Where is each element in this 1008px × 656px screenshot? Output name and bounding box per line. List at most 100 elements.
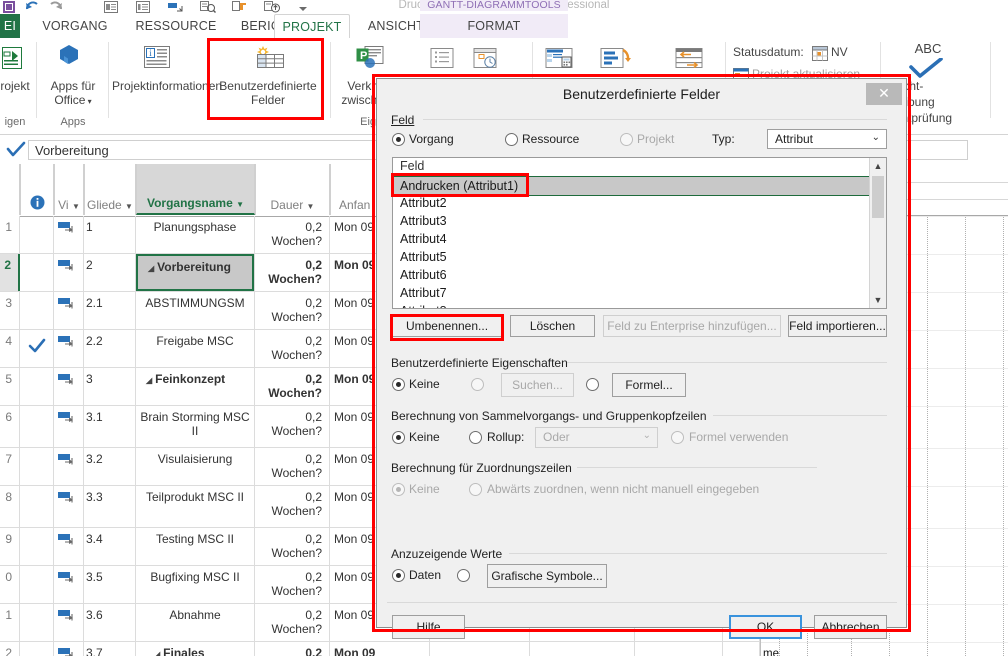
duration-cell[interactable]: 0,2 Wochen? [255, 528, 330, 565]
task-mode-cell[interactable] [54, 292, 84, 329]
percent-complete-cell[interactable] [530, 642, 635, 656]
task-mode-cell[interactable] [54, 566, 84, 603]
task-mode-cell[interactable] [54, 486, 84, 527]
outline-number-cell[interactable]: 3 [84, 368, 136, 405]
task-mode-cell[interactable] [54, 528, 84, 565]
task-name-cell[interactable]: Bugfixing MSC II [136, 566, 255, 603]
row-number-cell[interactable]: 2 [0, 642, 20, 656]
ribbon-tab-strip[interactable]: EI VORGANG RESSOURCE BERICHT PROJEKT ANS… [0, 14, 1008, 40]
column-header-task-name[interactable]: Vorgangsname ▼ [136, 164, 255, 215]
start-cell[interactable]: Mon 09 [330, 642, 430, 656]
indicator-cell[interactable] [20, 604, 54, 641]
move-project-icon[interactable] [675, 48, 703, 71]
outline-number-cell[interactable]: 3.4 [84, 528, 136, 565]
outline-number-cell[interactable]: 3.6 [84, 604, 136, 641]
duration-cell[interactable]: 0,2 Wochen? [255, 604, 330, 641]
column-header-outline-number[interactable]: Gliede ▼ [84, 164, 136, 215]
duration-cell[interactable]: 0,2 Wochen? [255, 216, 330, 253]
task-mode-cell[interactable] [54, 642, 84, 656]
task-mode-cell[interactable] [54, 216, 84, 253]
row-number-cell[interactable]: 7 [0, 448, 20, 485]
duration-cell[interactable]: 0,2 Wochen? [255, 566, 330, 603]
column-header-task-mode[interactable]: Vi ▼ [54, 164, 84, 215]
finish-cell[interactable] [430, 642, 530, 656]
duration-cell[interactable]: 0,2 Wochen? [255, 642, 330, 656]
collapse-triangle-icon[interactable]: ◢ [146, 376, 152, 385]
row-number-cell[interactable]: 3 [0, 292, 20, 329]
task-mode-cell[interactable] [54, 330, 84, 367]
outline-number-cell[interactable]: 3.3 [84, 486, 136, 527]
indicator-cell[interactable] [20, 448, 54, 485]
tab-file[interactable]: EI [0, 14, 20, 38]
outline-number-cell[interactable]: 2 [84, 254, 136, 291]
task-mode-cell[interactable] [54, 368, 84, 405]
task-name-cell[interactable]: Visulaisierung [136, 448, 255, 485]
chevron-down-icon[interactable]: ▼ [307, 202, 315, 211]
row-number-cell[interactable]: 0 [0, 566, 20, 603]
task-mode-cell[interactable] [54, 254, 84, 291]
duration-cell[interactable]: 0,2 Wochen? [255, 330, 330, 367]
indicator-cell[interactable] [20, 368, 54, 405]
indicator-cell[interactable] [20, 330, 54, 367]
task-name-cell[interactable]: ◢Finales Konzept [136, 642, 255, 656]
accept-entry-icon[interactable] [6, 141, 26, 164]
outline-number-cell[interactable]: 3.1 [84, 406, 136, 447]
add-new-column-cell[interactable] [723, 642, 760, 656]
duration-cell[interactable]: 0,2 Wochen? [255, 292, 330, 329]
task-name-cell[interactable]: ABSTIMMUNGSM [136, 292, 255, 329]
outline-number-cell[interactable]: 3.5 [84, 566, 136, 603]
chevron-down-icon[interactable]: ▼ [125, 202, 133, 211]
task-name-cell[interactable]: Testing MSC II [136, 528, 255, 565]
change-working-time-icon[interactable] [473, 48, 499, 71]
tab-ressource[interactable]: RESSOURCE [124, 14, 228, 38]
task-name-cell[interactable]: Freigabe MSC [136, 330, 255, 367]
collapse-triangle-icon[interactable]: ◢ [154, 650, 160, 656]
project-information-button[interactable]: Projektinformationen [112, 79, 222, 94]
duration-cell[interactable]: 0,2 Wochen? [255, 254, 330, 291]
duration-cell[interactable]: 0,2 Wochen? [255, 486, 330, 527]
apps-for-office-button[interactable]: Apps für Office ▾ [44, 79, 102, 108]
duration-cell[interactable]: 0,2 Wochen? [255, 406, 330, 447]
column-header-indicators[interactable] [20, 164, 54, 215]
chevron-down-icon[interactable]: ▼ [236, 200, 244, 209]
task-mode-cell[interactable] [54, 406, 84, 447]
task-name-cell[interactable]: ◢ Feinkonzept [136, 368, 255, 405]
indicator-cell[interactable] [20, 528, 54, 565]
table-row[interactable]: 2 3.7 ◢Finales Konzept 0,2 Wochen? Mon 09 [0, 642, 760, 656]
task-name-cell[interactable]: Abnahme [136, 604, 255, 641]
row-number-cell[interactable]: 6 [0, 406, 20, 447]
indicator-cell[interactable] [20, 254, 54, 291]
duration-cell[interactable]: 0,2 Wochen? [255, 368, 330, 405]
task-name-cell[interactable]: Brain Storming MSC II [136, 406, 255, 447]
tab-format[interactable]: FORMAT [420, 14, 568, 38]
task-mode-cell[interactable] [54, 604, 84, 641]
collapse-triangle-icon[interactable]: ◢ [148, 264, 154, 273]
column-header-duration[interactable]: Dauer ▼ [255, 164, 330, 215]
outline-number-cell[interactable]: 2.1 [84, 292, 136, 329]
indicator-cell[interactable] [20, 642, 54, 656]
indicator-cell[interactable] [20, 566, 54, 603]
flag-cell[interactable] [635, 642, 723, 656]
chevron-down-icon[interactable]: ▾ [85, 97, 92, 106]
outline-number-cell[interactable]: 1 [84, 216, 136, 253]
chevron-down-icon[interactable]: ▼ [72, 202, 80, 211]
row-number-cell[interactable]: 2 [0, 254, 20, 291]
calendar-icon[interactable] [812, 46, 828, 64]
outline-number-cell[interactable]: 2.2 [84, 330, 136, 367]
row-number-cell[interactable]: 9 [0, 528, 20, 565]
indicator-cell[interactable] [20, 406, 54, 447]
task-name-cell[interactable]: Teilprodukt MSC II [136, 486, 255, 527]
row-number-cell[interactable]: 5 [0, 368, 20, 405]
task-name-cell[interactable]: Planungsphase [136, 216, 255, 253]
wbs-icon[interactable] [430, 48, 456, 71]
row-number-cell[interactable]: 1 [0, 604, 20, 641]
calculate-project-icon[interactable] [545, 48, 573, 71]
tab-vorgang[interactable]: VORGANG [26, 14, 124, 38]
subproject-button[interactable]: rojekt [0, 79, 40, 94]
row-number-cell[interactable]: 4 [0, 330, 20, 367]
indicator-cell[interactable] [20, 216, 54, 253]
task-mode-cell[interactable] [54, 448, 84, 485]
tab-projekt[interactable]: PROJEKT [274, 14, 350, 40]
indicator-cell[interactable] [20, 292, 54, 329]
outline-number-cell[interactable]: 3.7 [84, 642, 136, 656]
